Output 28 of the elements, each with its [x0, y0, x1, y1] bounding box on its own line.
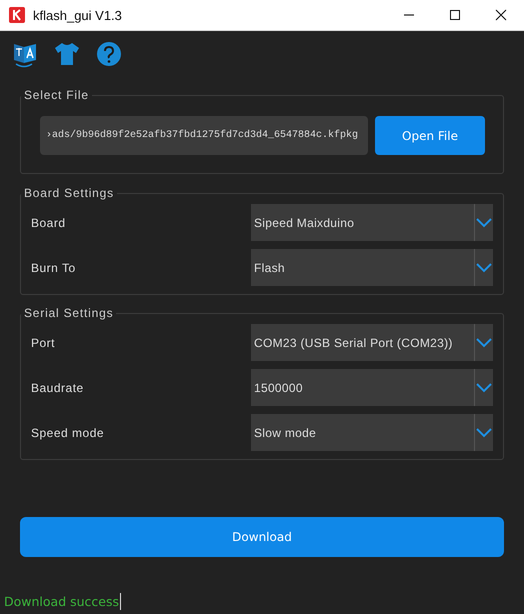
field-label: Port	[30, 336, 56, 350]
file-path-field[interactable]: ›ads/9b96d89f2e52afb37fbd1275fd7cd3d4_6547884c.kfpkg	[40, 116, 368, 155]
chevron-down-icon	[476, 382, 492, 392]
download-button[interactable]: Download	[20, 517, 504, 557]
group-title: Board Settings	[23, 186, 115, 200]
help-icon[interactable]	[96, 41, 122, 67]
dropdown[interactable]: COM23 (USB Serial Port (COM23))	[251, 324, 493, 361]
tshirt-icon[interactable]	[54, 42, 80, 66]
group-title: Select File	[23, 88, 90, 102]
open-file-button[interactable]: Open File	[375, 116, 485, 155]
dropdown[interactable]: Sipeed Maixduino	[251, 204, 493, 241]
group-title: Serial Settings	[23, 306, 114, 320]
app-logo-icon	[9, 7, 25, 23]
chevron-down-icon	[476, 428, 492, 438]
chevron-down-icon	[476, 338, 492, 348]
maximize-icon	[449, 9, 461, 21]
chevron-down-icon	[476, 218, 492, 228]
dropdown[interactable]: Slow mode	[251, 414, 493, 451]
window-title: kflash_gui V1.3	[33, 8, 123, 22]
close-icon	[495, 9, 507, 21]
field-label: Baudrate	[30, 380, 85, 394]
field-label: Burn To	[30, 260, 77, 274]
field-label: Speed mode	[30, 426, 106, 440]
field-label: Board	[30, 216, 67, 230]
dropdown[interactable]: Flash	[251, 249, 493, 286]
status-text: Download success	[4, 593, 122, 610]
chevron-down-icon	[476, 262, 492, 272]
dropdown[interactable]: 1500000	[251, 369, 493, 406]
